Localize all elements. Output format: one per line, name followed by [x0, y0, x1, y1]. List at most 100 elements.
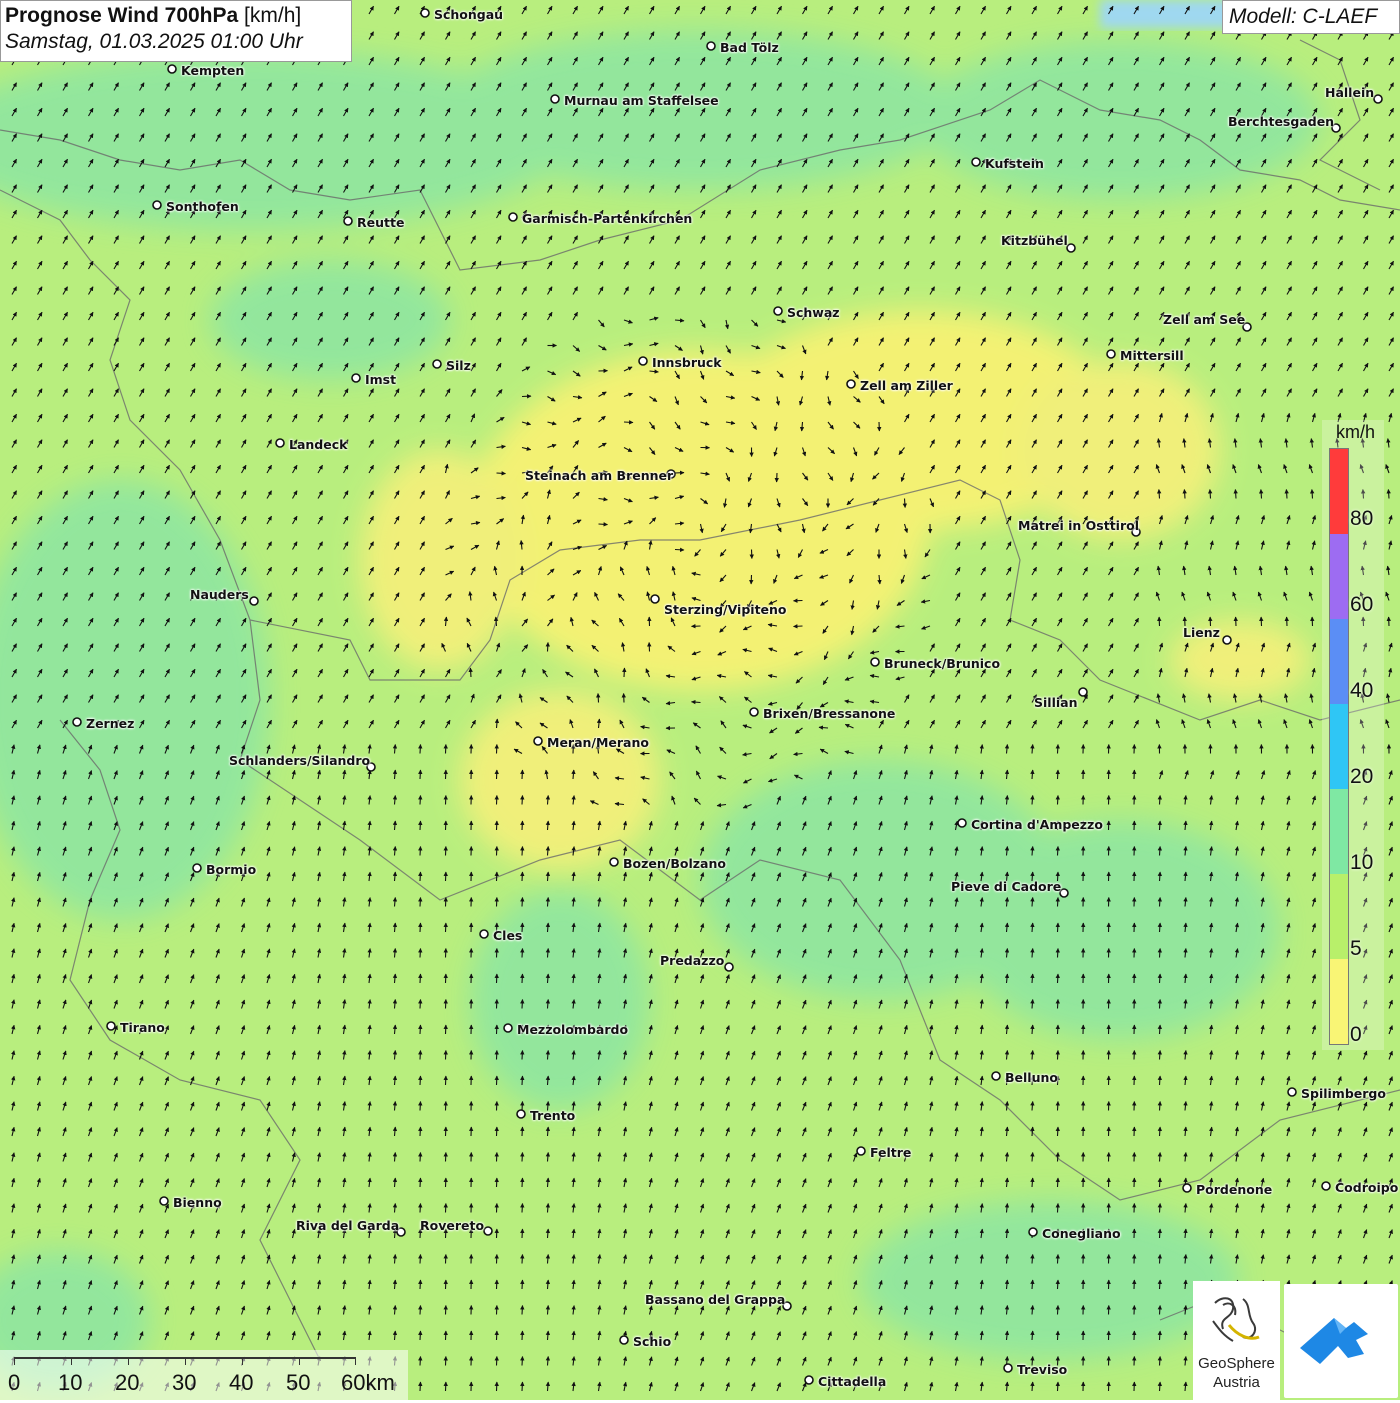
wind-arrow — [1160, 1255, 1161, 1264]
city-marker — [153, 201, 161, 209]
city-marker — [1107, 350, 1115, 358]
wind-arrow — [1160, 1357, 1161, 1366]
city-marker — [871, 658, 879, 666]
wind-arrow — [420, 1153, 421, 1162]
city-label: Mezzolombardo — [517, 1022, 628, 1037]
wind-arrow — [1058, 1127, 1059, 1136]
wind-arrow — [548, 974, 549, 983]
wind-arrow — [522, 1076, 523, 1085]
scale-label: 20 — [115, 1370, 139, 1396]
city-label: Mittersill — [1120, 348, 1184, 363]
app-logo[interactable] — [1284, 1284, 1398, 1398]
wind-arrow — [1032, 796, 1033, 805]
city-marker — [610, 858, 618, 866]
city-marker — [517, 1110, 525, 1118]
wind-arrow — [548, 1280, 549, 1289]
wind-arrow — [1058, 923, 1059, 932]
wind-arrow — [624, 422, 633, 423]
city-marker — [276, 439, 284, 447]
wind-arrow — [548, 1076, 549, 1085]
wind-arrow — [522, 1280, 523, 1289]
city-marker — [107, 1022, 115, 1030]
wind-arrow — [1058, 770, 1059, 779]
city-label: Bruneck/Brunico — [884, 656, 1000, 671]
city-marker — [250, 597, 258, 605]
legend-tick: 5 — [1350, 937, 1362, 961]
wind-arrow — [548, 643, 549, 652]
city-marker — [509, 213, 517, 221]
wind-arrow — [1058, 1153, 1059, 1162]
page-title: Prognose Wind 700hPa [km/h] — [5, 4, 347, 28]
wind-arrow — [522, 974, 523, 983]
city-marker — [1223, 636, 1231, 644]
wind-arrow — [624, 668, 625, 677]
city-marker — [620, 1336, 628, 1344]
wind-arrow — [420, 745, 421, 754]
scale-label: 10 — [58, 1370, 82, 1396]
city-label: Landeck — [289, 437, 347, 452]
city-label: Bozen/Bolzano — [623, 856, 726, 871]
wind-arrow — [548, 1382, 549, 1391]
wind-arrow — [548, 872, 549, 881]
city-label: Schio — [633, 1334, 671, 1349]
wind-arrow — [1032, 745, 1033, 754]
wind-arrow — [522, 1153, 523, 1162]
wind-arrow — [1160, 923, 1161, 932]
wind-arrow — [1032, 1255, 1033, 1264]
wind-arrow — [675, 550, 684, 551]
wind-arrow — [1160, 1331, 1161, 1340]
city-marker — [1029, 1228, 1037, 1236]
wind-arrow — [1032, 898, 1033, 907]
wind-arrow — [522, 1357, 523, 1366]
city-marker — [958, 819, 966, 827]
city-marker — [1183, 1184, 1191, 1192]
city-marker — [774, 307, 782, 315]
wind-arrow — [1160, 1025, 1161, 1034]
city-label: Treviso — [1017, 1362, 1067, 1377]
geosphere-logo[interactable]: GeoSphere Austria — [1193, 1281, 1280, 1400]
wind-arrow — [1032, 1025, 1033, 1034]
legend-seg-40 — [1330, 619, 1348, 704]
wind-arrow — [1160, 1102, 1161, 1111]
wind-arrow — [522, 1306, 523, 1315]
wind-arrow — [420, 1255, 421, 1264]
city-label: Garmisch-Partenkirchen — [522, 211, 692, 226]
wind-arrow — [1261, 490, 1262, 499]
wind-arrow — [1159, 490, 1160, 499]
wind-arrow — [1032, 847, 1033, 856]
wind-arrow — [420, 821, 421, 830]
city-label: Kitzbühel — [1001, 233, 1068, 248]
wind-arrow — [548, 1331, 549, 1340]
city-marker — [725, 963, 733, 971]
wind-arrow — [497, 473, 506, 474]
legend-seg-0 — [1330, 959, 1348, 1044]
wind-arrow — [420, 1204, 421, 1213]
wind-arrow — [420, 770, 421, 779]
legend-tick: 20 — [1350, 765, 1373, 789]
wind-arrow — [420, 898, 421, 907]
scale-tick — [185, 1357, 186, 1365]
legend-seg-5 — [1330, 874, 1348, 959]
scale-tick — [71, 1357, 72, 1365]
city-label: Kufstein — [985, 156, 1044, 171]
scale-label: 30 — [172, 1370, 196, 1396]
city-label: Schwaz — [787, 305, 840, 320]
wind-arrow — [548, 1051, 549, 1060]
wind-arrow — [1058, 1025, 1059, 1034]
wind-arrow — [548, 1204, 549, 1213]
wind-arrow — [1032, 1306, 1033, 1315]
city-label: Sillian — [1034, 695, 1077, 710]
wind-arrow — [1160, 1382, 1161, 1391]
wind-arrow — [548, 1306, 549, 1315]
scale-label: 60km — [341, 1370, 395, 1396]
wind-arrow — [819, 727, 828, 728]
wind-arrow — [1032, 1153, 1033, 1162]
geosphere-emblem-icon — [1193, 1285, 1280, 1357]
wind-arrow — [522, 770, 523, 779]
wind-arrow — [905, 499, 906, 508]
legend-seg-80 — [1330, 449, 1348, 534]
city-label: Sterzing/Vipiteno — [664, 602, 787, 617]
legend-seg-60 — [1330, 534, 1348, 619]
city-label: Hallein — [1325, 85, 1374, 100]
scale-tick — [128, 1357, 129, 1365]
